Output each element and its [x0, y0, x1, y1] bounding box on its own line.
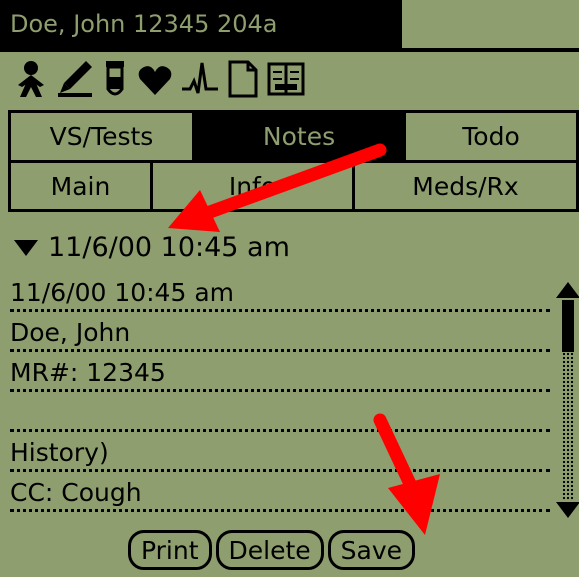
tab-notes[interactable]: Notes: [195, 113, 406, 160]
tab-meds-rx[interactable]: Meds/Rx: [355, 163, 579, 209]
tab-vs-tests[interactable]: VS/Tests: [11, 113, 195, 160]
scrollbar[interactable]: [556, 282, 579, 520]
pda-screen: Doe, John 12345 204a VS/Tests Notes Todo…: [0, 0, 579, 577]
vial-icon[interactable]: [100, 59, 130, 99]
scroll-down-arrow-icon[interactable]: [556, 502, 579, 518]
scroll-thumb[interactable]: [562, 300, 574, 352]
note-line: History): [10, 432, 550, 472]
triangle-down-icon: [14, 232, 38, 263]
tab-main[interactable]: Main: [11, 163, 153, 209]
tab-info[interactable]: Info: [153, 163, 355, 209]
title-bar: Doe, John 12345 204a: [0, 0, 579, 52]
tab-todo[interactable]: Todo: [406, 113, 579, 160]
note-line: 11/6/00 10:45 am: [10, 272, 550, 312]
tab-row-primary: VS/Tests Notes Todo: [8, 110, 579, 160]
note-line: MR#: 12345: [10, 352, 550, 392]
title-rule: [0, 48, 579, 52]
icon-toolbar: [12, 54, 306, 104]
person-icon[interactable]: [12, 59, 50, 99]
patient-title[interactable]: Doe, John 12345 204a: [0, 0, 402, 48]
note-line: CC: Cough: [10, 472, 550, 512]
note-line: Doe, John: [10, 312, 550, 352]
note-line: [10, 392, 550, 432]
scroll-up-arrow-icon[interactable]: [556, 282, 579, 298]
print-button[interactable]: Print: [128, 530, 212, 570]
save-button[interactable]: Save: [327, 530, 416, 570]
ekg-icon[interactable]: [180, 59, 220, 99]
book-icon[interactable]: [266, 59, 306, 99]
date-picker-value: 11/6/00 10:45 am: [48, 231, 290, 263]
pen-icon[interactable]: [56, 59, 94, 99]
delete-button[interactable]: Delete: [215, 530, 324, 570]
note-field[interactable]: 11/6/00 10:45 am Doe, John MR#: 12345 Hi…: [10, 272, 550, 512]
action-buttons: Print Delete Save: [128, 530, 416, 570]
heart-icon[interactable]: [136, 59, 174, 99]
document-icon[interactable]: [226, 59, 260, 99]
date-picker[interactable]: 11/6/00 10:45 am: [14, 225, 290, 269]
tab-row-secondary: Main Info Meds/Rx: [8, 160, 579, 212]
